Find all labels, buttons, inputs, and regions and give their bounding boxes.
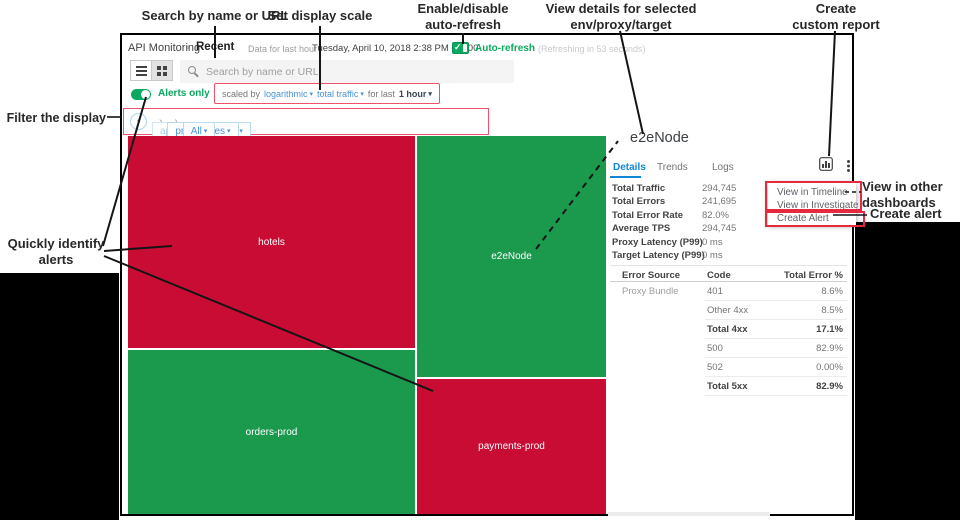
table-row: Total 4xx17.1% [610,320,847,339]
alerts-only-label: Alerts only [158,88,210,99]
background-mask-left [0,273,119,520]
cell-label: orders-prod [246,427,298,438]
annotation-identify-alerts: Quickly identify alerts [0,236,112,268]
panel-title: e2eNode [630,130,689,146]
tab-trends[interactable]: Trends [657,162,688,173]
table-row: Other 4xx8.5% [610,301,847,320]
scaled-by-label: scaled by [222,89,260,99]
more-menu-icon[interactable] [847,160,850,163]
chevron-right-icon: › [186,42,189,53]
cell-label: payments-prod [478,441,545,452]
background-mask-right [855,222,960,520]
tab-logs[interactable]: Logs [712,162,734,173]
table-row: 50082.9% [610,339,847,358]
alerts-only-toggle[interactable] [131,89,151,100]
autorefresh-checkbox[interactable]: ✓ [452,42,469,54]
metric-dropdown[interactable]: total traffic [317,89,364,99]
error-table-header: Error Source Code Total Error % [610,265,847,282]
autorefresh-label: Auto-refresh [475,43,535,54]
checkbox-notch [463,44,467,52]
for-last-label: for last [368,89,395,99]
treemap: hotels e2eNode orders-prod payments-prod [128,136,606,514]
data-range-label: Data for last hour [248,44,317,54]
treemap-cell-hotels[interactable]: hotels [128,136,415,348]
search-bar [180,60,514,83]
stat-row: Target Latency (P99)0 ms [610,250,852,263]
menu-item-view-in-investigate[interactable]: View in Investigate [768,199,856,212]
context-menu: View in Timeline View in Investigate Cre… [768,183,856,225]
annotation-view-details: View details for selected env/proxy/targ… [535,1,707,33]
display-scale-controls: scaled by logarithmic total traffic for … [214,83,440,104]
annotation-create-alert: Create alert [870,206,960,222]
panel-bottom-scroll-edge [608,512,770,516]
table-row: 5020.00% [610,358,847,377]
grid-view-button[interactable] [151,60,173,81]
search-input[interactable] [206,63,506,80]
cell-label: e2eNode [491,251,532,262]
tab-details[interactable]: Details [613,162,646,173]
annotation-filter-display: Filter the display [0,110,106,126]
treemap-cell-orders-prod[interactable]: orders-prod [128,350,415,514]
treemap-cell-payments-prod[interactable]: payments-prod [417,379,606,514]
cell-label: hotels [258,237,285,248]
app-window: API Monitoring › Recent Data for last ho… [120,33,854,516]
annotation-display-scale: Set display scale [250,8,390,24]
search-icon [188,66,196,74]
list-icon [136,66,147,68]
annotation-autorefresh: Enable/disable auto-refresh [393,1,533,33]
breadcrumb: ‹ Organizationsapigee-stress › Environme… [123,108,489,135]
page-title: Recent [196,41,234,53]
active-tab-underline [610,176,641,178]
grid-icon [157,66,161,70]
view-toggle-group [130,60,174,81]
menu-item-view-in-timeline[interactable]: View in Timeline [768,186,856,199]
annotated-screenshot: Search by name or URL Set display scale … [0,0,960,520]
details-panel: e2eNode Details Trends Logs Total Traffi… [610,125,852,437]
treemap-cell-e2enode[interactable]: e2eNode [417,136,606,377]
table-row: Proxy Bundle4018.6% [610,282,847,301]
toggle-knob [141,90,150,99]
stat-row: Average TPS294,745 [610,223,852,236]
refresh-countdown: (Refreshing in 53 seconds) [538,44,646,54]
annotation-custom-report: Create custom report [775,1,897,33]
scale-dropdown[interactable]: logarithmic [264,89,313,99]
error-table: Error Source Code Total Error % Proxy Bu… [610,265,847,396]
table-row: Total 5xx82.9% [610,377,847,396]
menu-item-create-alert[interactable]: Create Alert [768,212,856,225]
check-icon: ✓ [454,42,462,53]
create-report-icon[interactable] [819,157,833,171]
stat-row: Proxy Latency (P99)0 ms [610,237,852,250]
time-range-dropdown[interactable]: 1 hour [399,89,432,99]
list-view-button[interactable] [130,60,152,81]
back-button[interactable]: ‹ [130,113,147,130]
